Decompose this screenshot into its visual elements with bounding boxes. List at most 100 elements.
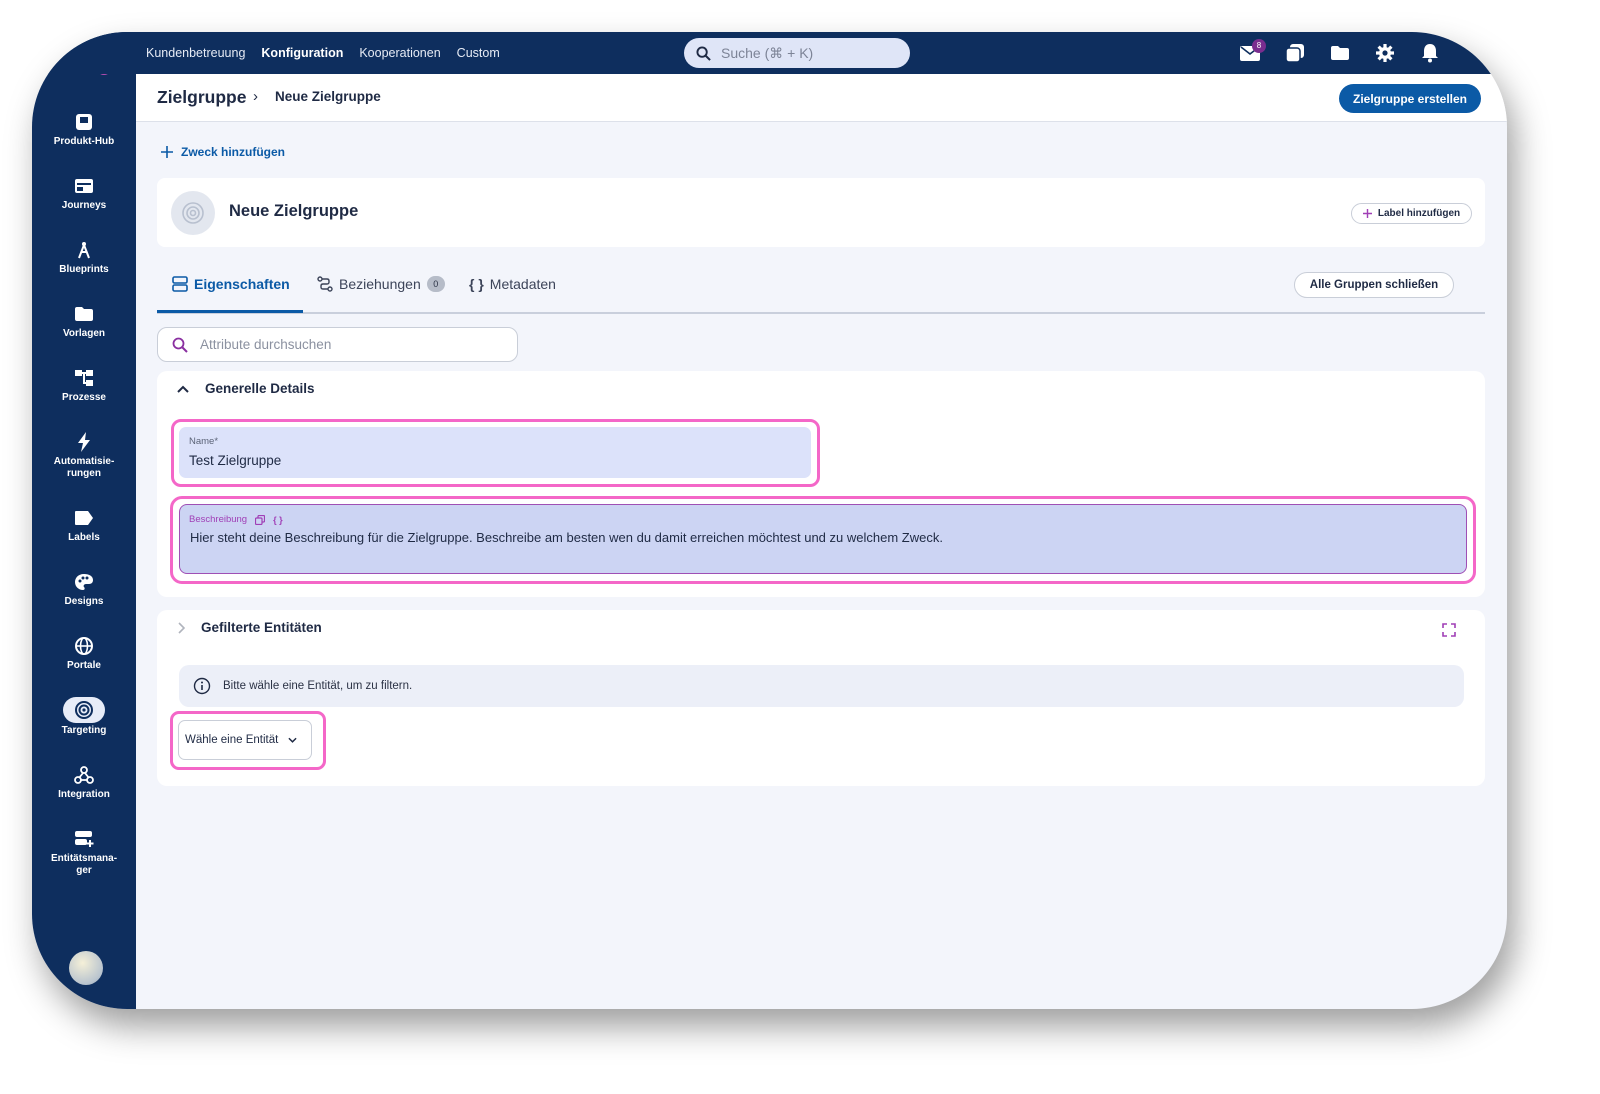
compass-icon <box>71 238 97 262</box>
copy-button[interactable] <box>1283 42 1306 65</box>
filter-info-text: Bitte wähle eine Entität, um zu filtern. <box>223 680 413 692</box>
sidebar-item-automatisierungen[interactable]: Automatisie- rungen <box>32 430 136 480</box>
nav-custom[interactable]: Custom <box>457 46 500 60</box>
nav-kooperationen[interactable]: Kooperationen <box>359 46 440 60</box>
folder-icon <box>71 302 97 326</box>
general-details-section: Generelle Details Name* Test Zielgruppe … <box>157 371 1485 597</box>
close-all-groups-button[interactable]: Alle Gruppen schließen <box>1294 272 1454 298</box>
breadcrumb-current: Neue Zielgruppe <box>275 89 381 104</box>
folder-button[interactable] <box>1328 42 1351 65</box>
sidebar-item-prozesse[interactable]: Prozesse <box>32 366 136 404</box>
folder-icon <box>1330 46 1349 60</box>
braces-icon[interactable]: { } <box>273 515 283 525</box>
filtered-entities-title: Gefilterte Entitäten <box>201 620 322 635</box>
globe-icon <box>71 634 97 658</box>
top-bar: Kundenbetreuung Konfiguration Kooperatio… <box>32 32 1507 74</box>
sidebar-item-produkt-hub[interactable]: Produkt-Hub <box>32 110 136 148</box>
settings-button[interactable] <box>1373 42 1396 65</box>
sidebar-item-blueprints[interactable]: Blueprints <box>32 238 136 276</box>
tab-beziehungen[interactable]: Beziehungen 0 <box>317 276 445 292</box>
relations-icon <box>317 276 333 292</box>
plus-icon <box>1362 209 1372 218</box>
filter-info-banner: Bitte wähle eine Entität, um zu filtern. <box>179 665 1464 707</box>
filtered-entities-section: Gefilterte Entitäten Bitte wähle eine En… <box>157 610 1485 786</box>
sidebar-item-targeting[interactable]: Targeting <box>32 697 136 737</box>
name-field-highlight: Name* Test Zielgruppe <box>171 419 820 487</box>
sidebar-item-vorlagen[interactable]: Vorlagen <box>32 302 136 340</box>
audience-title: Neue Zielgruppe <box>229 202 359 220</box>
add-label-text: Label hinzufügen <box>1377 208 1461 219</box>
search-icon <box>172 337 188 353</box>
name-field-label: Name* <box>189 436 219 447</box>
entity-select[interactable]: Wähle eine Entität <box>178 720 312 760</box>
app-window: Produkt-Hub Journeys Blueprints Vorlagen <box>32 32 1507 1009</box>
name-field[interactable]: Name* Test Zielgruppe <box>179 427 811 478</box>
entity-select-label: Wähle eine Entität <box>185 734 279 746</box>
target-icon <box>63 697 105 723</box>
label-icon <box>71 506 97 530</box>
sidebar-item-entitaetsmanager[interactable]: Entitätsmana- ger <box>32 827 136 877</box>
tab-eigenschaften[interactable]: Eigenschaften <box>172 276 290 292</box>
entity-manager-icon <box>71 827 97 851</box>
sidebar-item-designs[interactable]: Designs <box>32 570 136 608</box>
tab-metadaten[interactable]: { } Metadaten <box>469 276 556 292</box>
top-actions: 8 <box>1238 32 1441 74</box>
active-tab-indicator <box>157 310 303 313</box>
breadcrumb-root[interactable]: Zielgruppe <box>157 87 246 108</box>
expand-icon[interactable] <box>1442 623 1456 637</box>
description-field-label: Beschreibung <box>189 514 248 525</box>
create-audience-button[interactable]: Zielgruppe erstellen <box>1339 84 1481 113</box>
sidebar: Produkt-Hub Journeys Blueprints Vorlagen <box>32 32 136 1009</box>
webhook-icon <box>71 763 97 787</box>
entity-select-highlight: Wähle eine Entität <box>170 711 326 770</box>
description-field-highlight: Beschreibung { } Hier steht deine Beschr… <box>170 496 1476 584</box>
attribute-search-placeholder: Attribute durchsuchen <box>200 337 332 352</box>
filtered-entities-toggle[interactable]: Gefilterte Entitäten <box>177 620 322 635</box>
general-details-toggle[interactable]: Generelle Details <box>177 381 315 396</box>
sidebar-item-labels[interactable]: Labels <box>32 506 136 544</box>
process-icon <box>71 366 97 390</box>
sidebar-item-portale[interactable]: Portale <box>32 634 136 672</box>
mail-button[interactable]: 8 <box>1238 38 1266 65</box>
top-navigation: Kundenbetreuung Konfiguration Kooperatio… <box>146 32 500 74</box>
avatar[interactable] <box>69 951 103 985</box>
sidebar-item-journeys[interactable]: Journeys <box>32 174 136 212</box>
chevron-right-icon <box>178 621 185 634</box>
copy-icon[interactable] <box>255 514 266 525</box>
add-label-button[interactable]: Label hinzufügen <box>1351 203 1472 224</box>
plus-icon <box>161 146 173 158</box>
braces-icon: { } <box>469 276 484 292</box>
chevron-up-icon <box>177 385 189 393</box>
relations-count: 0 <box>426 276 445 292</box>
global-search[interactable]: Suche (⌘ + K) <box>684 38 910 68</box>
main-content: Zielgruppe › Neue Zielgruppe Zielgruppe … <box>136 74 1507 1009</box>
tab-bar: Eigenschaften Beziehungen 0 { } Metadate… <box>157 258 1485 314</box>
page-header: Zielgruppe › Neue Zielgruppe Zielgruppe … <box>136 74 1507 122</box>
sidebar-item-integration[interactable]: Integration <box>32 763 136 801</box>
breadcrumb-separator-icon: › <box>253 88 258 105</box>
gear-icon <box>1375 44 1394 62</box>
search-placeholder: Suche (⌘ + K) <box>721 44 814 61</box>
lightning-icon <box>71 430 97 454</box>
properties-icon <box>172 276 188 292</box>
mail-badge: 8 <box>1252 38 1266 53</box>
general-details-title: Generelle Details <box>205 381 315 396</box>
attribute-search-input[interactable]: Attribute durchsuchen <box>157 327 518 362</box>
target-icon <box>171 191 215 235</box>
name-field-value: Test Zielgruppe <box>189 453 282 468</box>
copy-icon <box>1284 44 1304 63</box>
nav-konfiguration[interactable]: Konfiguration <box>261 46 343 60</box>
product-hub-icon <box>71 110 97 134</box>
bell-icon <box>1421 44 1438 63</box>
description-field[interactable]: Beschreibung { } Hier steht deine Beschr… <box>179 504 1467 574</box>
description-field-value: Hier steht deine Beschreibung für die Zi… <box>190 530 943 545</box>
add-purpose-button[interactable]: Zweck hinzufügen <box>161 145 285 159</box>
nav-kundenbetreuung[interactable]: Kundenbetreuung <box>146 46 245 60</box>
search-icon <box>696 45 711 61</box>
add-purpose-label: Zweck hinzufügen <box>181 145 286 159</box>
palette-icon <box>71 570 97 594</box>
info-icon <box>193 677 211 695</box>
notifications-button[interactable] <box>1418 42 1441 65</box>
description-label-row: Beschreibung { } <box>189 514 283 525</box>
audience-header-card: Neue Zielgruppe Label hinzufügen <box>157 178 1485 247</box>
